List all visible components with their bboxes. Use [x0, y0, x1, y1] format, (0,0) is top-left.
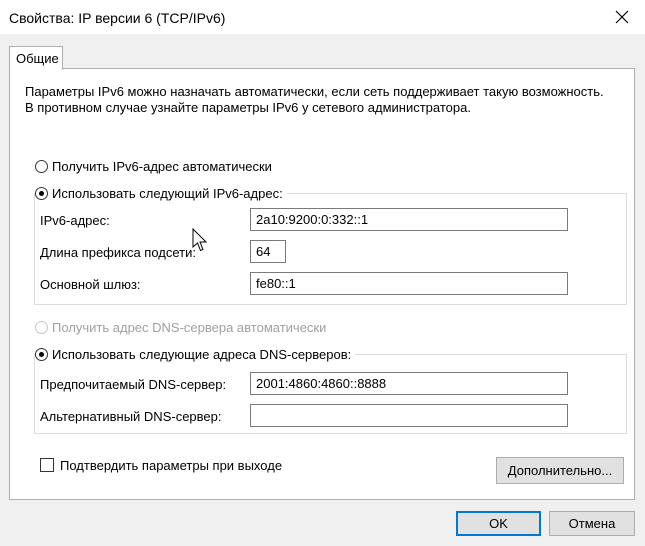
dns-manual-radio[interactable]: Использовать следующие адреса DNS-сервер…: [35, 345, 356, 363]
window-title: Свойства: IP версии 6 (TCP/IPv6): [9, 10, 226, 26]
dns-auto-radio-circle[interactable]: [35, 320, 48, 334]
alternate-dns-field[interactable]: [250, 404, 568, 427]
mouse-cursor-icon: [192, 228, 208, 252]
validate-checkbox[interactable]: [40, 458, 54, 472]
ip-auto-label: Получить IPv6-адрес автоматически: [52, 158, 272, 174]
close-icon: [615, 10, 629, 24]
ip-manual-label: Использовать следующий IPv6-адрес:: [52, 185, 283, 201]
prefix-length-field[interactable]: [250, 240, 286, 263]
preferred-dns-field[interactable]: [250, 372, 568, 395]
gateway-field[interactable]: [250, 272, 568, 295]
ok-button[interactable]: OK: [456, 511, 541, 536]
advanced-button[interactable]: Дополнительно...: [496, 457, 624, 484]
dns-manual-radio-circle[interactable]: [35, 347, 48, 361]
description-text: Параметры IPv6 можно назначать автоматич…: [25, 84, 604, 115]
preferred-dns-label: Предпочитаемый DNS-сервер:: [40, 377, 227, 392]
prefix-length-label: Длина префикса подсети:: [40, 245, 196, 260]
tab-general-label: Общие: [16, 51, 59, 66]
ipv6-address-field[interactable]: [250, 208, 568, 231]
ipv6-address-label: IPv6-адрес:: [40, 213, 110, 228]
validate-label: Подтвердить параметры при выходе: [60, 458, 283, 473]
ip-manual-radio[interactable]: Использовать следующий IPv6-адрес:: [35, 184, 287, 202]
close-button[interactable]: [605, 3, 639, 31]
dns-auto-radio[interactable]: Получить адрес DNS-сервера автоматически: [35, 318, 331, 336]
tab-general[interactable]: Общие: [9, 46, 63, 70]
cancel-button[interactable]: Отмена: [549, 511, 635, 536]
ip-auto-radio[interactable]: Получить IPv6-адрес автоматически: [35, 157, 276, 175]
ip-manual-radio-circle[interactable]: [35, 186, 48, 200]
alternate-dns-label: Альтернативный DNS-сервер:: [40, 409, 222, 424]
ip-auto-radio-circle[interactable]: [35, 159, 48, 173]
gateway-label: Основной шлюз:: [40, 277, 141, 292]
dns-auto-label: Получить адрес DNS-сервера автоматически: [52, 319, 327, 335]
dns-manual-label: Использовать следующие адреса DNS-сервер…: [52, 346, 352, 362]
title-bar: Свойства: IP версии 6 (TCP/IPv6): [0, 0, 645, 34]
